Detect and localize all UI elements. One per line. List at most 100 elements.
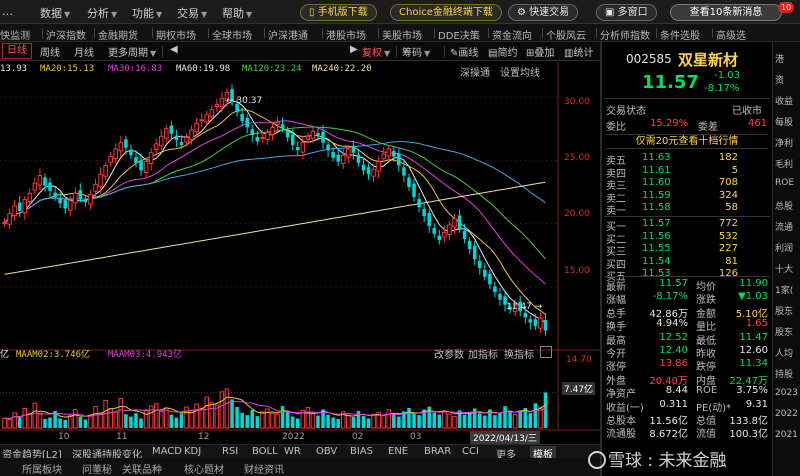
level-price: 11.57 bbox=[642, 218, 671, 229]
nav-item[interactable]: 港股市场 bbox=[326, 27, 366, 42]
nav-item[interactable]: 高级选 bbox=[716, 27, 746, 42]
order-book-row[interactable]: 卖二 11.59 324 bbox=[606, 190, 768, 205]
menu-trade[interactable]: 交易 ▼ bbox=[177, 5, 207, 21]
nav-item[interactable]: 期权市场 bbox=[156, 27, 196, 42]
menu-data[interactable]: 数据 ▼ bbox=[40, 5, 70, 21]
volume-bar bbox=[235, 407, 239, 428]
f10-item[interactable]: ROE bbox=[775, 178, 794, 188]
choice-download-button[interactable]: Choice金融终端下载 bbox=[390, 4, 502, 21]
nav-item[interactable]: 金融期货 bbox=[98, 27, 138, 42]
stat-row: 净资产 8.44 ROE 3.75% bbox=[606, 385, 768, 401]
indicator-tab[interactable]: BRAR bbox=[424, 446, 451, 457]
period-week-button[interactable]: 周线 bbox=[38, 44, 62, 59]
f10-item[interactable]: 收益 bbox=[775, 94, 793, 107]
indicator-tab[interactable]: CCI bbox=[462, 446, 479, 457]
indicator-tab[interactable]: RSI bbox=[222, 446, 238, 457]
f10-item[interactable]: 人均 bbox=[775, 346, 793, 359]
f10-item[interactable]: 资 bbox=[775, 73, 784, 86]
nav-item[interactable]: 个股风云 bbox=[546, 27, 586, 42]
stats-button[interactable]: ▥统计 bbox=[562, 44, 595, 59]
nav-item[interactable]: 美股市场 bbox=[382, 27, 422, 42]
candle bbox=[250, 129, 255, 135]
volume-bar bbox=[204, 396, 210, 429]
add-indicator-button[interactable]: 加指标 bbox=[468, 346, 498, 361]
menu-analysis[interactable]: 分析 ▼ bbox=[87, 5, 117, 21]
adjust-button[interactable]: 复权 ▼ bbox=[360, 44, 392, 59]
f10-item[interactable]: 港 bbox=[775, 52, 784, 65]
order-book-row[interactable]: 买三 11.55 227 bbox=[606, 243, 768, 258]
ma-lines bbox=[4, 100, 546, 324]
indicator-tab[interactable]: WR bbox=[284, 446, 301, 457]
indicator-settings-icon[interactable] bbox=[540, 346, 552, 358]
nav-item[interactable]: 沪深指数 bbox=[46, 27, 86, 42]
indicator-tab[interactable]: ENE bbox=[388, 446, 408, 457]
period-day-button[interactable]: 日线 bbox=[2, 43, 32, 59]
order-book-row[interactable]: 买四 11.54 81 bbox=[606, 256, 768, 271]
volume-bar bbox=[316, 415, 320, 428]
menu-help[interactable]: 帮助 ▼ bbox=[222, 5, 252, 21]
period-month-button[interactable]: 月线 bbox=[72, 44, 96, 59]
bottom-tab[interactable]: 财经资讯 bbox=[244, 461, 284, 476]
order-book-row[interactable]: 买一 11.57 772 bbox=[606, 218, 768, 233]
menu-function[interactable]: 功能 ▼ bbox=[132, 5, 162, 21]
f10-item[interactable]: 十大 bbox=[775, 262, 793, 275]
order-book-row[interactable]: 卖五 11.63 182 bbox=[606, 152, 768, 167]
f10-item[interactable]: 2022 bbox=[775, 409, 798, 419]
volume-bar bbox=[280, 406, 285, 428]
indicator-tab[interactable]: BIAS bbox=[350, 446, 373, 457]
f10-item[interactable]: 2021 bbox=[775, 430, 798, 440]
bottom-tab[interactable]: 问董秘 bbox=[82, 461, 112, 476]
candle bbox=[255, 136, 260, 142]
nav-item[interactable]: 条件选股 bbox=[660, 27, 700, 42]
indicator-tab[interactable]: OBV bbox=[316, 446, 337, 457]
edit-params-button[interactable]: 改参数 bbox=[434, 346, 464, 361]
scroll-left-button[interactable]: ◀ bbox=[168, 44, 180, 55]
price-chart[interactable] bbox=[0, 62, 600, 442]
mobile-download-button[interactable]: ▯ 手机版下载 bbox=[300, 4, 377, 21]
overlay-button[interactable]: ⊞叠加 bbox=[524, 44, 556, 59]
bottom-tab[interactable]: 关联品种 bbox=[122, 461, 162, 476]
draw-button[interactable]: ✎画线 bbox=[448, 44, 480, 59]
nav-item[interactable]: 全球市场 bbox=[212, 27, 252, 42]
f10-item[interactable]: 毛利 bbox=[775, 157, 793, 170]
status-row: 交易状态 已收市 bbox=[606, 106, 762, 117]
news-button[interactable]: 查看10条新消息 bbox=[670, 4, 782, 21]
f10-item[interactable]: 股东 bbox=[775, 325, 793, 338]
f10-item[interactable]: 总股 bbox=[775, 199, 793, 212]
candle bbox=[381, 153, 386, 159]
f10-item[interactable]: 净利 bbox=[775, 136, 793, 149]
order-book-row[interactable]: 卖四 11.61 5 bbox=[606, 165, 768, 180]
indicator-tab[interactable]: BOLL bbox=[252, 446, 278, 457]
volume-bar bbox=[12, 412, 17, 429]
candle bbox=[63, 200, 67, 209]
f10-item[interactable]: 股东 bbox=[775, 304, 793, 317]
nav-item[interactable]: 资金流向 bbox=[492, 27, 532, 42]
scroll-right-button[interactable]: ▶ bbox=[348, 44, 360, 55]
menu-more[interactable]: … bbox=[2, 5, 13, 18]
nav-item[interactable]: DDE决策 bbox=[438, 27, 480, 42]
nav-item[interactable]: 快监测 bbox=[0, 27, 30, 42]
order-book-row[interactable]: 买二 11.56 532 bbox=[606, 231, 768, 246]
f10-item[interactable]: 流通 bbox=[775, 220, 793, 233]
nav-item[interactable]: 分析师指数 bbox=[600, 27, 650, 42]
order-book-row[interactable]: 卖一 11.58 58 bbox=[606, 202, 768, 217]
volume-bar bbox=[113, 411, 119, 429]
f10-item[interactable]: 2023 bbox=[775, 388, 798, 398]
f10-item[interactable]: 持股 bbox=[775, 367, 793, 380]
quick-trade-button[interactable]: ⚙ 快速交易 bbox=[508, 4, 579, 21]
simple-button[interactable]: ▤简约 bbox=[486, 44, 519, 59]
f10-item[interactable]: 利润 bbox=[775, 241, 793, 254]
chip-button[interactable]: 筹码 ▼ bbox=[400, 44, 432, 59]
f10-item[interactable]: 1家( bbox=[775, 283, 793, 296]
period-more-button[interactable]: 更多周期 ▼ bbox=[106, 44, 158, 59]
f10-item[interactable]: 每股 bbox=[775, 115, 793, 128]
bottom-tab[interactable]: 核心题材 bbox=[184, 461, 224, 476]
level2-upgrade-link[interactable]: 仅需20元查看十档行情 bbox=[606, 134, 768, 149]
order-book-row[interactable]: 卖三 11.60 708 bbox=[606, 177, 768, 192]
nav-item[interactable]: 沪深港通 bbox=[268, 27, 308, 42]
switch-indicator-button[interactable]: 换指标 bbox=[504, 346, 534, 361]
indicator-tab[interactable]: MACD bbox=[152, 446, 182, 457]
multi-window-button[interactable]: ▣ 多窗口 bbox=[596, 4, 657, 21]
indicator-tab[interactable]: KDJ bbox=[184, 446, 201, 457]
bottom-tab[interactable]: 所属板块 bbox=[22, 461, 62, 476]
